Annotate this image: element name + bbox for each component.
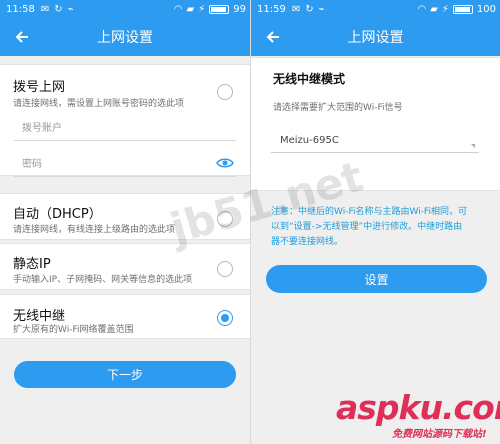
- right-phone-screen: 11:59 ✉ ↻ ⌁ ◠ ▰ ⚡ 100 上网设置 无线中继模式 请选择需要扩…: [250, 0, 500, 444]
- repeater-note: 注意：中继后的Wi-Fi名称与主路由Wi-Fi相同，可以到“设置->无线管理”中…: [271, 207, 467, 247]
- sync-icon: ↻: [305, 3, 314, 15]
- status-time-right: 11:59: [257, 3, 286, 15]
- static-ip-subtitle: 手动输入IP、子网掩码、网关等信息的选此项: [13, 275, 193, 285]
- repeater-mode-panel: 无线中继模式 请选择需要扩大范围的Wi-Fi信号: [251, 57, 500, 191]
- static-ip-title: 静态IP: [13, 257, 51, 272]
- status-right-icons-right: ◠ ▰ ⚡ 100: [417, 0, 496, 18]
- wifi-select[interactable]: Meizu-695C: [271, 129, 479, 153]
- battery-icon: [209, 4, 230, 14]
- dialup-title: 拨号上网: [13, 80, 66, 95]
- mail-icon: ✉: [291, 3, 301, 15]
- charging-icon: ⚡: [441, 3, 449, 15]
- wifi-icon: ◠: [417, 3, 427, 15]
- page-title: 上网设置: [97, 30, 153, 46]
- dhcp-option[interactable]: 自动（DHCP） 请连接网线，有线连接上级路由的选此项: [0, 193, 250, 240]
- static-ip-option[interactable]: 静态IP 手动输入IP、子网掩码、网关等信息的选此项: [0, 243, 250, 290]
- password-placeholder: 密码: [22, 159, 42, 170]
- dialup-radio[interactable]: [217, 84, 233, 100]
- dhcp-subtitle: 请连接网线，有线连接上级路由的选此项: [13, 225, 176, 235]
- eye-icon[interactable]: [216, 157, 234, 169]
- back-arrow-icon[interactable]: [12, 26, 34, 48]
- dialup-account-field[interactable]: 拨号账户: [14, 113, 236, 141]
- dialup-subtitle: 请连接网线，需设置上网账号密码的选此项: [13, 99, 185, 109]
- charging-icon: ⚡: [198, 3, 206, 15]
- wireless-repeater-radio[interactable]: [217, 310, 233, 326]
- battery-level: 99: [233, 3, 246, 15]
- wifi-icon: ◠: [173, 3, 183, 15]
- screenshot-stage: 11:58 ✉ ↻ ⌁ ◠ ▰ ⚡ 99 上网设置 拨号上网 请连接网线，需设置…: [0, 0, 500, 444]
- wifi-select-value: Meizu-695C: [280, 135, 339, 146]
- status-icons-right: ✉ ↻ ⌁: [292, 4, 325, 15]
- next-button[interactable]: 下一步: [14, 361, 236, 388]
- sync-icon: ↻: [54, 3, 63, 15]
- mail-icon: ✉: [40, 3, 50, 15]
- dialup-option[interactable]: 拨号上网 请连接网线，需设置上网账号密码的选此项 拨号账户 密码: [0, 64, 250, 177]
- wireless-repeater-subtitle: 扩大原有的Wi-Fi网络覆盖范围: [13, 325, 134, 335]
- dialup-account-placeholder: 拨号账户: [22, 123, 62, 134]
- wireless-repeater-option[interactable]: 无线中继 扩大原有的Wi-Fi网络覆盖范围: [0, 294, 250, 339]
- password-field[interactable]: 密码: [14, 149, 236, 177]
- chevron-down-icon: [471, 144, 475, 148]
- settings-button[interactable]: 设置: [266, 265, 487, 293]
- page-title-right: 上网设置: [347, 30, 404, 46]
- repeater-mode-subtitle: 请选择需要扩大范围的Wi-Fi信号: [273, 103, 403, 113]
- signal-icon: ▰: [186, 3, 195, 15]
- battery-icon: [452, 4, 473, 14]
- app-header-right: 上网设置: [251, 18, 500, 56]
- dhcp-radio[interactable]: [217, 211, 233, 227]
- left-phone-screen: 11:58 ✉ ↻ ⌁ ◠ ▰ ⚡ 99 上网设置 拨号上网 请连接网线，需设置…: [0, 0, 250, 444]
- battery-level-right: 100: [476, 3, 496, 15]
- status-right-icons: ◠ ▰ ⚡ 99: [174, 0, 246, 18]
- back-arrow-icon[interactable]: [263, 26, 285, 48]
- static-ip-radio[interactable]: [217, 261, 233, 277]
- status-icons: ✉ ↻ ⌁: [41, 4, 74, 15]
- status-bar: 11:58 ✉ ↻ ⌁ ◠ ▰ ⚡ 99: [0, 0, 250, 18]
- app-header: 上网设置: [0, 18, 250, 56]
- signal-icon: ▰: [430, 3, 438, 15]
- usb-icon: ⌁: [318, 3, 325, 15]
- status-bar-right: 11:59 ✉ ↻ ⌁ ◠ ▰ ⚡ 100: [251, 0, 500, 18]
- status-time: 11:58: [6, 3, 35, 15]
- dhcp-title: 自动（DHCP）: [13, 207, 102, 222]
- usb-icon: ⌁: [67, 3, 74, 15]
- repeater-mode-title: 无线中继模式: [273, 72, 346, 86]
